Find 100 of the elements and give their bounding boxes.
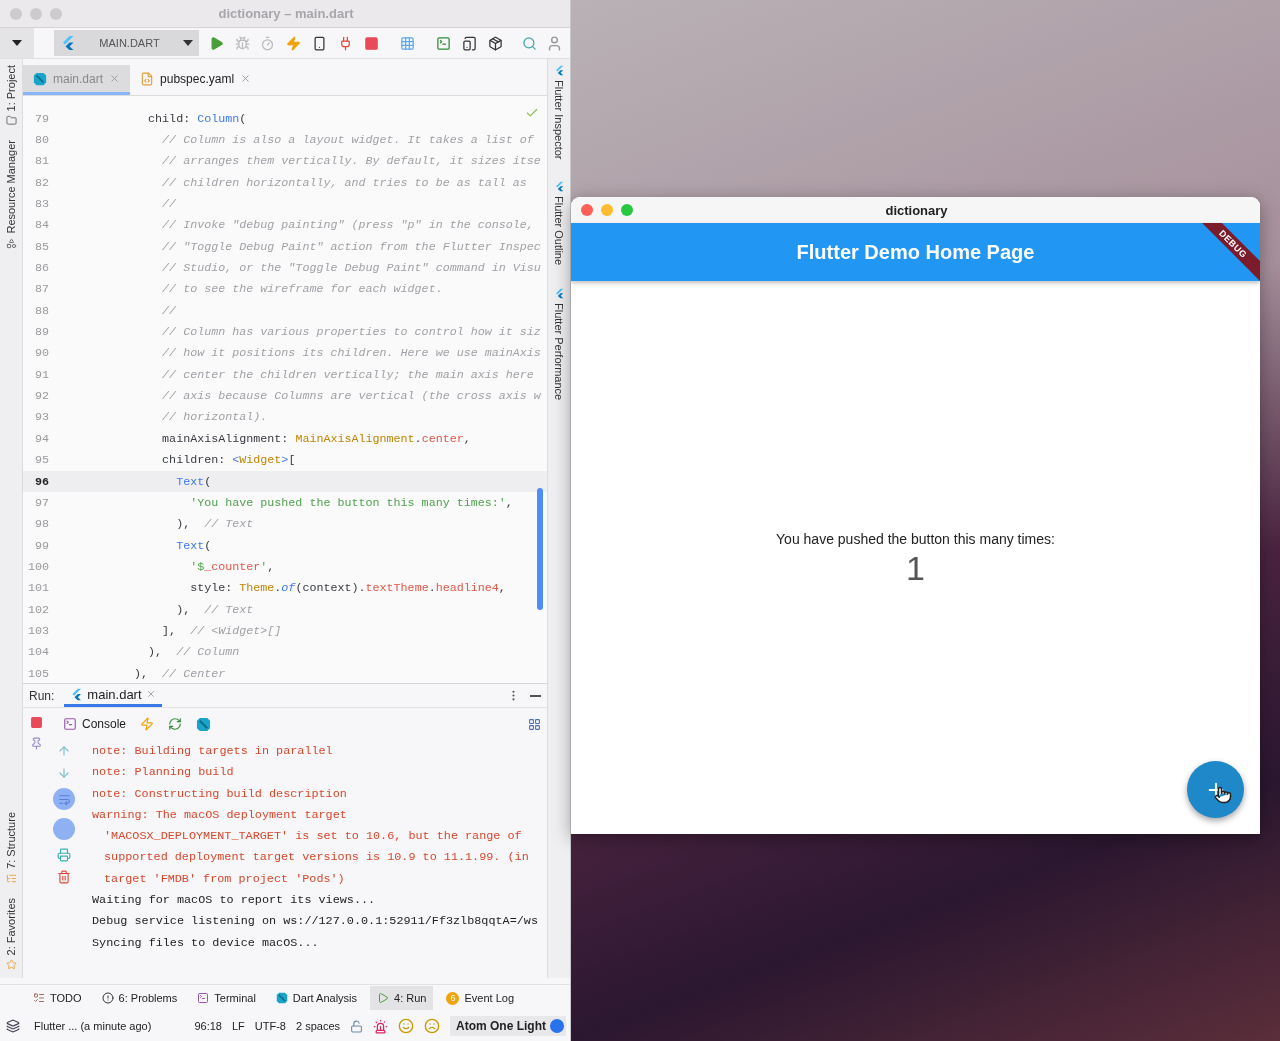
search-button[interactable] bbox=[520, 34, 539, 52]
line-number: 80 bbox=[33, 133, 49, 147]
line-separator[interactable]: LF bbox=[231, 1020, 245, 1032]
tool-window-tab[interactable]: Flutter Inspector bbox=[553, 65, 565, 160]
grid-icon bbox=[399, 35, 415, 51]
file-encoding[interactable]: UTF-8 bbox=[254, 1020, 286, 1032]
code-line: // children horizontally, and tries to be as tall as bbox=[161, 175, 527, 190]
search-icon bbox=[521, 35, 537, 51]
grid-button[interactable] bbox=[398, 34, 417, 52]
tool-window-icon bbox=[33, 992, 45, 1004]
scroll-to-end-toggle[interactable] bbox=[53, 818, 75, 840]
minimize-icon[interactable] bbox=[530, 694, 541, 697]
line-number: 99 bbox=[33, 538, 49, 553]
cursor-position[interactable]: 96:18 bbox=[194, 1020, 222, 1032]
tool-window-icon bbox=[197, 992, 210, 1004]
code-line: // bbox=[161, 197, 177, 212]
tool-window-button[interactable]: 4: Run bbox=[370, 986, 434, 1010]
tool-window-button[interactable]: Terminal bbox=[190, 986, 263, 1010]
indent-setting[interactable]: 2 spaces bbox=[295, 1020, 340, 1032]
close-icon bbox=[145, 689, 156, 699]
console-line: note: Planning build bbox=[92, 765, 235, 782]
flutter-logo-icon bbox=[553, 287, 565, 299]
tool-window-icon bbox=[377, 992, 390, 1004]
lightning-icon bbox=[286, 35, 302, 51]
window-control[interactable] bbox=[581, 204, 593, 216]
stop-icon bbox=[364, 35, 380, 51]
flutter-logo-icon bbox=[70, 687, 84, 701]
tool-window-button[interactable]: 6 Event Log bbox=[439, 986, 522, 1010]
counter-message: You have pushed the button this many times: bbox=[776, 530, 1055, 547]
scrollbar-thumb[interactable] bbox=[537, 488, 543, 610]
dart-file-icon bbox=[33, 71, 47, 86]
tool-window-button[interactable]: TODO bbox=[26, 986, 89, 1010]
tool-window-icon bbox=[5, 959, 17, 970]
soft-wrap-toggle[interactable] bbox=[53, 788, 75, 810]
window-control[interactable] bbox=[50, 7, 62, 20]
console-line: Waiting for macOS to report its views... bbox=[92, 893, 377, 910]
window-control[interactable] bbox=[601, 204, 613, 216]
tool-window-icon bbox=[5, 872, 17, 884]
arrow-up-icon bbox=[57, 744, 71, 758]
sdk-button[interactable] bbox=[486, 34, 505, 52]
dropdown-button[interactable] bbox=[0, 28, 34, 58]
increment-button[interactable] bbox=[1187, 761, 1244, 818]
device-manager-button[interactable] bbox=[460, 34, 479, 52]
bug-icon bbox=[234, 35, 250, 51]
console-tab[interactable]: Console bbox=[63, 717, 127, 731]
vcs-status[interactable]: Flutter ... (a minute ago) bbox=[34, 1020, 152, 1032]
line-number: 86 bbox=[33, 261, 49, 276]
code-line: ), // Text bbox=[175, 602, 254, 617]
window-control[interactable] bbox=[621, 204, 633, 216]
run-tab[interactable]: main.dart bbox=[64, 684, 162, 707]
tool-window-icon bbox=[5, 238, 17, 250]
editor-tab[interactable]: pubspec.yaml bbox=[130, 65, 262, 95]
stop-button[interactable] bbox=[362, 34, 381, 52]
tool-window-tab[interactable]: Resource Manager bbox=[5, 140, 17, 250]
theme-switcher[interactable]: Atom One Light bbox=[450, 1016, 566, 1036]
code-line: // horizontal). bbox=[161, 410, 268, 425]
hand-cursor-icon bbox=[1214, 786, 1232, 804]
tool-window-tab[interactable]: Flutter Performance bbox=[553, 287, 565, 400]
code-line: ), // Column bbox=[147, 645, 240, 660]
tool-window-tab[interactable]: 1: Project bbox=[5, 65, 17, 127]
lock-icon bbox=[350, 1019, 363, 1033]
code-line: // arranges them vertically. By default, it sizes itse bbox=[161, 154, 541, 169]
printer-icon bbox=[57, 848, 71, 862]
code-line: // how it positions its children. Here we use mainAxis bbox=[161, 346, 541, 361]
line-number: 94 bbox=[33, 431, 49, 446]
trash-icon bbox=[57, 870, 71, 884]
line-number: 101 bbox=[26, 581, 49, 596]
code-line: // Column has various properties to control how it siz bbox=[161, 325, 541, 340]
tool-window-tab[interactable]: Flutter Outline bbox=[553, 181, 565, 266]
code-line: Text( bbox=[175, 474, 212, 489]
tool-window-button[interactable]: 6: Problems bbox=[94, 986, 185, 1010]
flutter-logo-icon bbox=[553, 181, 565, 193]
frown-icon bbox=[424, 1018, 440, 1034]
code-line: // to see the wireframe for each widget. bbox=[161, 282, 443, 297]
code-line: ], // <Widget>[] bbox=[161, 623, 282, 638]
code-line: // bbox=[161, 303, 177, 318]
console-line: warning: The macOS deployment target bbox=[92, 807, 348, 824]
line-number: 95 bbox=[33, 453, 49, 468]
tool-window-tab[interactable]: 2: Favorites bbox=[5, 897, 17, 970]
pin-icon bbox=[29, 737, 43, 750]
hot-reload-button[interactable] bbox=[284, 34, 303, 52]
yaml-file-icon bbox=[140, 71, 155, 86]
run-configuration-dropdown[interactable]: MAIN.DART bbox=[53, 30, 200, 56]
line-number: 98 bbox=[33, 517, 49, 532]
line-number: 82 bbox=[33, 175, 49, 190]
code-line: '$_counter', bbox=[189, 559, 275, 574]
close-icon bbox=[109, 73, 121, 84]
code-line: // center the children vertically; the main axis here bbox=[161, 367, 534, 382]
debug-button[interactable] bbox=[233, 34, 251, 52]
code-line: 'You have pushed the button this many times:', bbox=[189, 495, 513, 510]
terminal-button[interactable] bbox=[434, 34, 453, 52]
tool-window-tab[interactable]: 7: Structure bbox=[5, 811, 17, 884]
window-title: dictionary bbox=[884, 202, 949, 218]
stop-icon bbox=[29, 716, 43, 729]
window-control[interactable] bbox=[30, 7, 42, 20]
tool-window-button[interactable]: Dart Analysis bbox=[268, 986, 365, 1010]
line-number: 84 bbox=[33, 218, 49, 233]
window-control[interactable] bbox=[10, 7, 22, 20]
line-number: 97 bbox=[33, 495, 49, 510]
package-icon bbox=[487, 35, 503, 51]
